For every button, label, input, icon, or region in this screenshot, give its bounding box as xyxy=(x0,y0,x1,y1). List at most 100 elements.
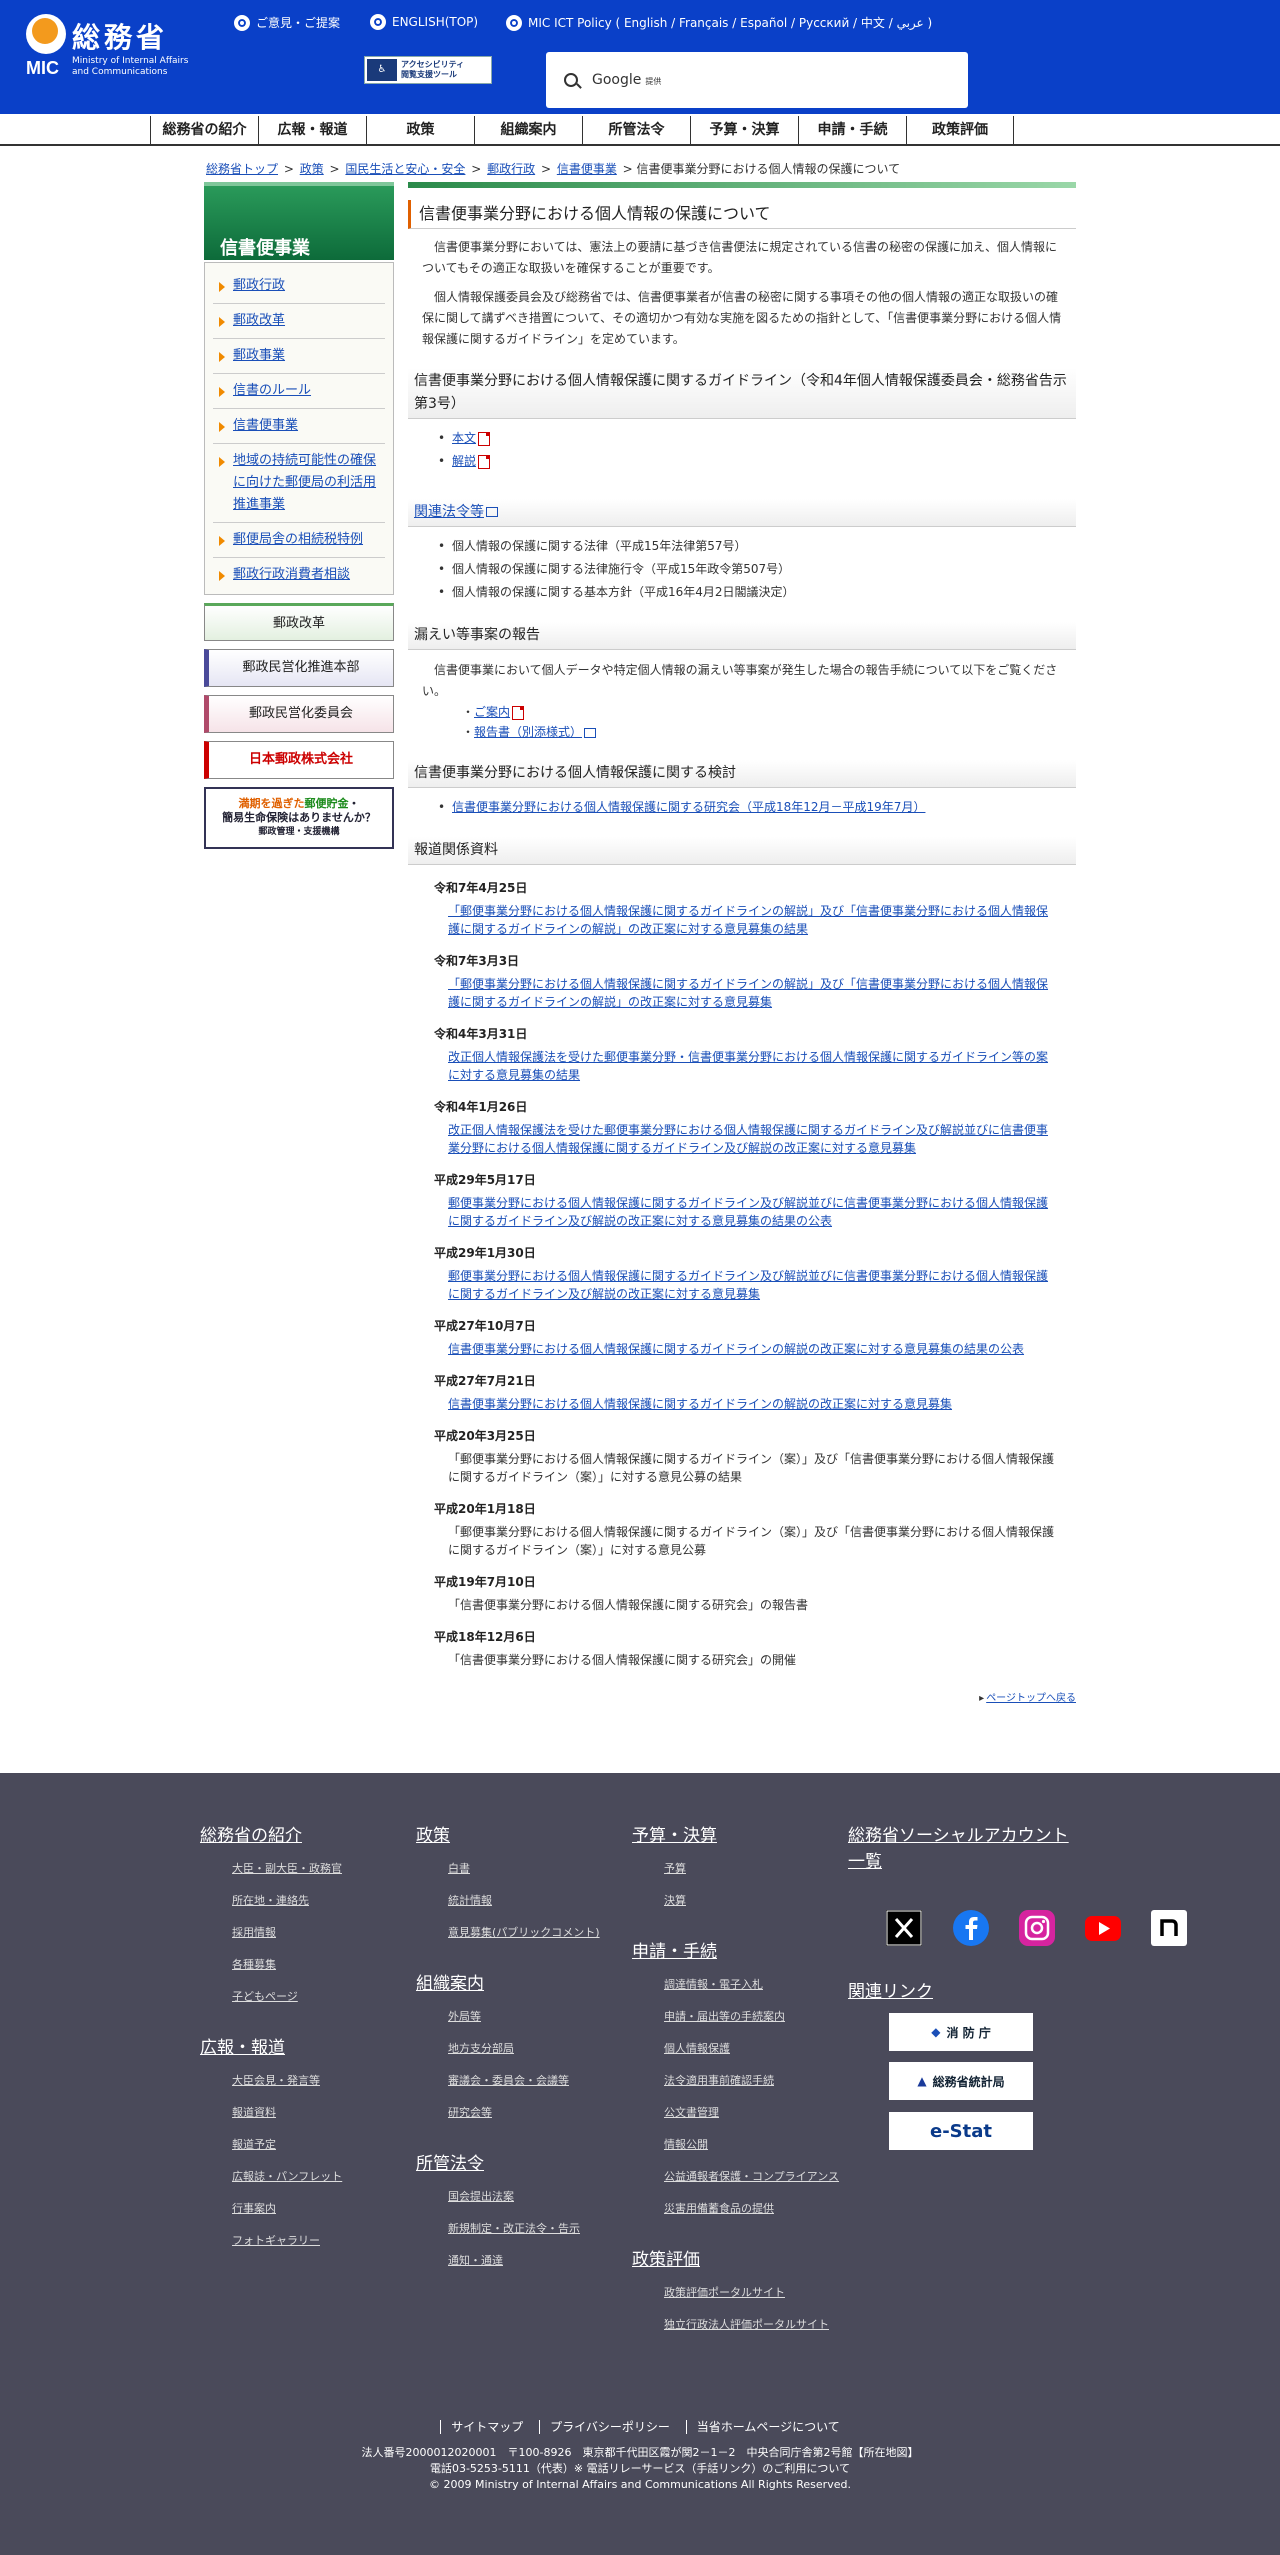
footer-heading[interactable]: 組織案内 xyxy=(416,1971,600,1997)
search-input[interactable]: Google 提供 xyxy=(546,52,968,108)
footer-link[interactable]: 意見募集(パブリックコメント) xyxy=(448,1917,600,1949)
related-link-fdma[interactable]: ◆ 消 防 庁 xyxy=(889,2013,1033,2051)
footer-link[interactable]: 国会提出法案 xyxy=(448,2181,600,2213)
press-link[interactable]: 郵便事業分野における個人情報保護に関するガイドライン及び解説並びに信書便事業分野… xyxy=(408,1188,1076,1230)
press-link[interactable]: 改正個人情報保護法を受けた郵便事業分野における個人情報保護に関するガイドライン及… xyxy=(408,1115,1076,1157)
sidebar-item[interactable]: 郵便局舎の相続税特例 xyxy=(213,523,385,558)
footer-link[interactable]: 個人情報保護 xyxy=(664,2033,848,2065)
gnav-item[interactable]: 政策評価 xyxy=(906,116,1014,146)
footer-heading[interactable]: 所管法令 xyxy=(416,2151,600,2177)
mic-logo[interactable]: 総務省 MIC Ministry of Internal Affairs and … xyxy=(26,14,216,80)
footer-heading[interactable]: 申請・手続 xyxy=(632,1939,848,1965)
press-link[interactable]: 改正個人情報保護法を受けた郵便事業分野・信書便事業分野における個人情報保護に関す… xyxy=(408,1042,1076,1084)
footer-link[interactable]: フォトギャラリー xyxy=(232,2225,342,2257)
privacy-policy-link[interactable]: プライバシーポリシー xyxy=(539,2420,670,2434)
guideline-body-link[interactable]: 本文 xyxy=(452,431,476,445)
footer-link[interactable]: 外局等 xyxy=(448,2001,600,2033)
footer-heading[interactable]: 総務省の紹介 xyxy=(200,1823,342,1849)
breadcrumb-link[interactable]: 総務省トップ xyxy=(206,162,278,176)
related-link-stat-bureau[interactable]: ▲ 総務省統計局 xyxy=(889,2062,1033,2100)
footer-link[interactable]: 大臣・副大臣・政務官 xyxy=(232,1853,342,1885)
savings-banner[interactable]: 満期を過ぎた郵便貯金・ 簡易生命保険はありませんか？ 郵政管理・支援機構 xyxy=(204,787,394,849)
footer-link[interactable]: 政策評価ポータルサイト xyxy=(664,2277,848,2309)
footer-link[interactable]: 公文書管理 xyxy=(664,2097,848,2129)
related-laws-link[interactable]: 関連法令等 xyxy=(414,504,484,520)
breadcrumb-link[interactable]: 信書便事業 xyxy=(557,162,617,176)
accessibility-tool-button[interactable]: ♿ アクセシビリティ 閲覧支援ツール xyxy=(364,56,492,84)
study-group-link[interactable]: 信書便事業分野における個人情報保護に関する研究会（平成18年12月－平成19年7… xyxy=(452,800,925,814)
facebook-icon[interactable] xyxy=(953,1910,989,1946)
footer-heading[interactable]: 予算・決算 xyxy=(632,1823,848,1849)
x-twitter-icon[interactable] xyxy=(886,1910,922,1946)
footer-link[interactable]: 報道予定 xyxy=(232,2129,342,2161)
footer-link[interactable]: 審議会・委員会・会議等 xyxy=(448,2065,600,2097)
footer-link[interactable]: 統計情報 xyxy=(448,1885,600,1917)
gnav-item[interactable]: 組織案内 xyxy=(474,116,582,146)
gnav-item[interactable]: 政策 xyxy=(366,116,474,146)
footer-link[interactable]: 独立行政法人評価ポータルサイト xyxy=(664,2309,848,2341)
gnav-item[interactable]: 所管法令 xyxy=(582,116,690,146)
gnav-item[interactable]: 申請・手続 xyxy=(798,116,906,146)
footer-link[interactable]: 情報公開 xyxy=(664,2129,848,2161)
sidebar-item[interactable]: 郵政行政 xyxy=(213,269,385,304)
sitemap-link[interactable]: サイトマップ xyxy=(440,2420,524,2434)
youtube-icon[interactable] xyxy=(1085,1910,1121,1946)
breadcrumb-link[interactable]: 政策 xyxy=(300,162,324,176)
breadcrumb-link[interactable]: 郵政行政 xyxy=(487,162,535,176)
guide-link[interactable]: ご案内 xyxy=(474,705,510,719)
sidebar-item[interactable]: 信書のルール xyxy=(213,374,385,409)
press-link[interactable]: 信書便事業分野における個人情報保護に関するガイドラインの解説の改正案に対する意見… xyxy=(408,1389,1076,1413)
footer-link[interactable]: 子どもページ xyxy=(232,1981,342,2013)
footer-link[interactable]: 広報誌・パンフレット xyxy=(232,2161,342,2193)
gnav-item[interactable]: 予算・決算 xyxy=(690,116,798,146)
footer-link[interactable]: 決算 xyxy=(664,1885,848,1917)
footer-link[interactable]: 新規制定・改正法令・告示 xyxy=(448,2213,600,2245)
about-site-link[interactable]: 当省ホームページについて xyxy=(685,2420,840,2434)
report-form-link[interactable]: 報告書（別添様式） xyxy=(474,725,582,739)
press-link[interactable]: 郵便事業分野における個人情報保護に関するガイドライン及び解説並びに信書便事業分野… xyxy=(408,1261,1076,1303)
press-link[interactable]: 「郵便事業分野における個人情報保護に関するガイドラインの解説」及び「信書便事業分… xyxy=(408,896,1076,938)
header-link-english[interactable]: ENGLISH(TOP) xyxy=(370,14,478,30)
footer-heading[interactable]: 政策評価 xyxy=(632,2247,848,2273)
footer-link[interactable]: 各種募集 xyxy=(232,1949,342,1981)
footer-link[interactable]: 所在地・連絡先 xyxy=(232,1885,342,1917)
footer-link[interactable]: 調達情報・電子入札 xyxy=(664,1969,848,2001)
sidebar-item[interactable]: 郵政改革 xyxy=(213,304,385,339)
footer-heading[interactable]: 総務省ソーシャルアカウント一覧 xyxy=(848,1823,1078,1875)
header-link-ict-policy[interactable]: MIC ICT Policy ( English / Français / Es… xyxy=(506,14,932,31)
press-link[interactable]: 信書便事業分野における個人情報保護に関するガイドラインの解説の改正案に対する意見… xyxy=(408,1334,1076,1358)
footer-link[interactable]: 地方支分部局 xyxy=(448,2033,600,2065)
footer-link[interactable]: 報道資料 xyxy=(232,2097,342,2129)
gnav-item[interactable]: 総務省の紹介 xyxy=(150,116,258,146)
footer-link[interactable]: 研究会等 xyxy=(448,2097,600,2129)
sidebar-item[interactable]: 地域の持続可能性の確保に向けた郵便局の利活用推進事業 xyxy=(213,444,385,523)
breadcrumb-link[interactable]: 国民生活と安心・安全 xyxy=(345,162,465,176)
footer-heading[interactable]: 関連リンク xyxy=(848,1979,933,2005)
footer-link[interactable]: 災害用備蓄食品の提供 xyxy=(664,2193,848,2225)
footer-link[interactable]: 公益通報者保護・コンプライアンス xyxy=(664,2161,848,2193)
sidebar-item[interactable]: 郵政事業 xyxy=(213,339,385,374)
sidebar-item[interactable]: 信書便事業 xyxy=(213,409,385,444)
footer-link[interactable]: 法令適用事前確認手続 xyxy=(664,2065,848,2097)
sidebar-button-privatization-hq[interactable]: 郵政民営化推進本部 xyxy=(204,649,394,687)
footer-link[interactable]: 行事案内 xyxy=(232,2193,342,2225)
gnav-item[interactable]: 広報・報道 xyxy=(258,116,366,146)
sidebar-button-japan-post[interactable]: 日本郵政株式会社 xyxy=(204,741,394,779)
note-icon[interactable] xyxy=(1151,1910,1187,1946)
instagram-icon[interactable] xyxy=(1019,1910,1055,1946)
footer-link[interactable]: 白書 xyxy=(448,1853,600,1885)
footer-link[interactable]: 予算 xyxy=(664,1853,848,1885)
footer-link[interactable]: 申請・届出等の手続案内 xyxy=(664,2001,848,2033)
related-link-estat[interactable]: e-Stat xyxy=(889,2112,1033,2150)
page-top-link[interactable]: ページトップへ戻る xyxy=(408,1669,1076,1704)
footer-link[interactable]: 大臣会見・発言等 xyxy=(232,2065,342,2097)
guideline-commentary-link[interactable]: 解説 xyxy=(452,454,476,468)
press-link[interactable]: 「郵便事業分野における個人情報保護に関するガイドラインの解説」及び「信書便事業分… xyxy=(408,969,1076,1011)
footer-link[interactable]: 通知・通達 xyxy=(448,2245,600,2277)
sidebar-button-postal-reform[interactable]: 郵政改革 xyxy=(204,603,394,641)
footer-heading[interactable]: 政策 xyxy=(416,1823,600,1849)
footer-heading[interactable]: 広報・報道 xyxy=(200,2035,342,2061)
footer-link[interactable]: 採用情報 xyxy=(232,1917,342,1949)
sidebar-button-privatization-committee[interactable]: 郵政民営化委員会 xyxy=(204,695,394,733)
sidebar-item[interactable]: 郵政行政消費者相談 xyxy=(213,558,385,592)
